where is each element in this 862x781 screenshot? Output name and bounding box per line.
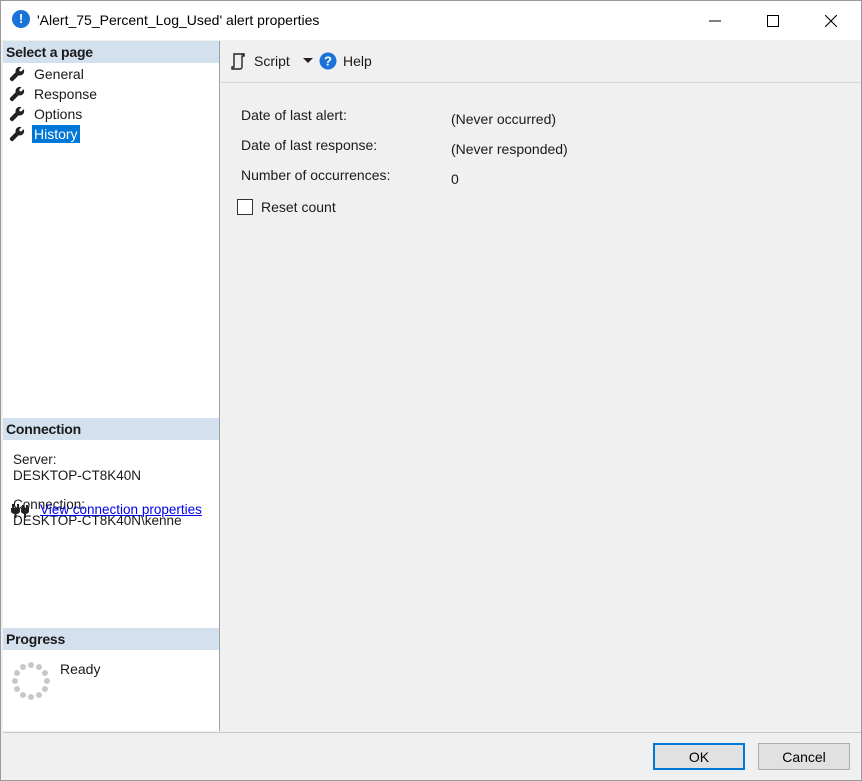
occurrences-value: 0 <box>451 171 459 187</box>
maximize-icon <box>767 14 779 27</box>
history-page: Date of last alert: (Never occurred) Dat… <box>221 84 861 731</box>
progress-status: Ready <box>60 661 101 677</box>
window-title: 'Alert_75_Percent_Log_Used' alert proper… <box>37 12 320 28</box>
wrench-icon <box>9 106 25 122</box>
last-alert-label: Date of last alert: <box>241 107 347 123</box>
ok-button[interactable]: OK <box>653 743 745 770</box>
occurrences-label: Number of occurrences: <box>241 167 391 183</box>
toolbar: Script ? Help <box>221 41 861 83</box>
view-connection-properties-link[interactable]: View connection properties <box>40 502 202 517</box>
reset-count-row[interactable]: Reset count <box>237 199 336 215</box>
exclamation-icon: ! <box>12 10 30 28</box>
wrench-icon <box>9 126 25 142</box>
help-label: Help <box>343 53 372 69</box>
last-alert-value: (Never occurred) <box>451 111 557 127</box>
last-response-value: (Never responded) <box>451 141 568 157</box>
page-item-history[interactable]: History <box>9 125 80 143</box>
plug-icon <box>11 504 29 518</box>
dialog-window: ! 'Alert_75_Percent_Log_Used' alert prop… <box>0 0 862 781</box>
cancel-button[interactable]: Cancel <box>758 743 850 770</box>
help-icon: ? <box>319 52 337 70</box>
maximize-button[interactable] <box>744 1 802 40</box>
page-item-label: Options <box>34 106 83 122</box>
close-icon <box>825 14 837 27</box>
page-item-label: Response <box>34 86 98 102</box>
page-item-response[interactable]: Response <box>9 85 99 103</box>
progress-spinner-icon <box>12 662 50 700</box>
script-icon <box>231 53 245 70</box>
wrench-icon <box>9 66 25 82</box>
server-value: DESKTOP-CT8K40N <box>13 468 142 483</box>
minimize-button[interactable] <box>686 1 744 40</box>
svg-text:?: ? <box>324 54 332 69</box>
page-item-options[interactable]: Options <box>9 105 84 123</box>
page-item-general[interactable]: General <box>9 65 86 83</box>
page-item-label: History <box>32 125 80 143</box>
connection-header: Connection <box>3 418 219 440</box>
chevron-down-icon[interactable] <box>302 57 314 65</box>
script-button[interactable]: Script <box>230 52 314 70</box>
dialog-footer: OK Cancel <box>3 732 861 780</box>
reset-count-label: Reset count <box>261 199 336 215</box>
script-label: Script <box>254 53 290 69</box>
reset-count-checkbox[interactable] <box>237 199 253 215</box>
select-page-header: Select a page <box>3 41 219 63</box>
server-label: Server: <box>13 452 57 467</box>
title-bar[interactable]: ! 'Alert_75_Percent_Log_Used' alert prop… <box>1 1 861 40</box>
minimize-icon <box>709 20 721 21</box>
help-button[interactable]: ? Help <box>319 52 372 70</box>
progress-header: Progress <box>3 628 219 650</box>
last-response-label: Date of last response: <box>241 137 378 153</box>
wrench-icon <box>9 86 25 102</box>
page-item-label: General <box>34 66 84 82</box>
close-button[interactable] <box>802 1 860 40</box>
